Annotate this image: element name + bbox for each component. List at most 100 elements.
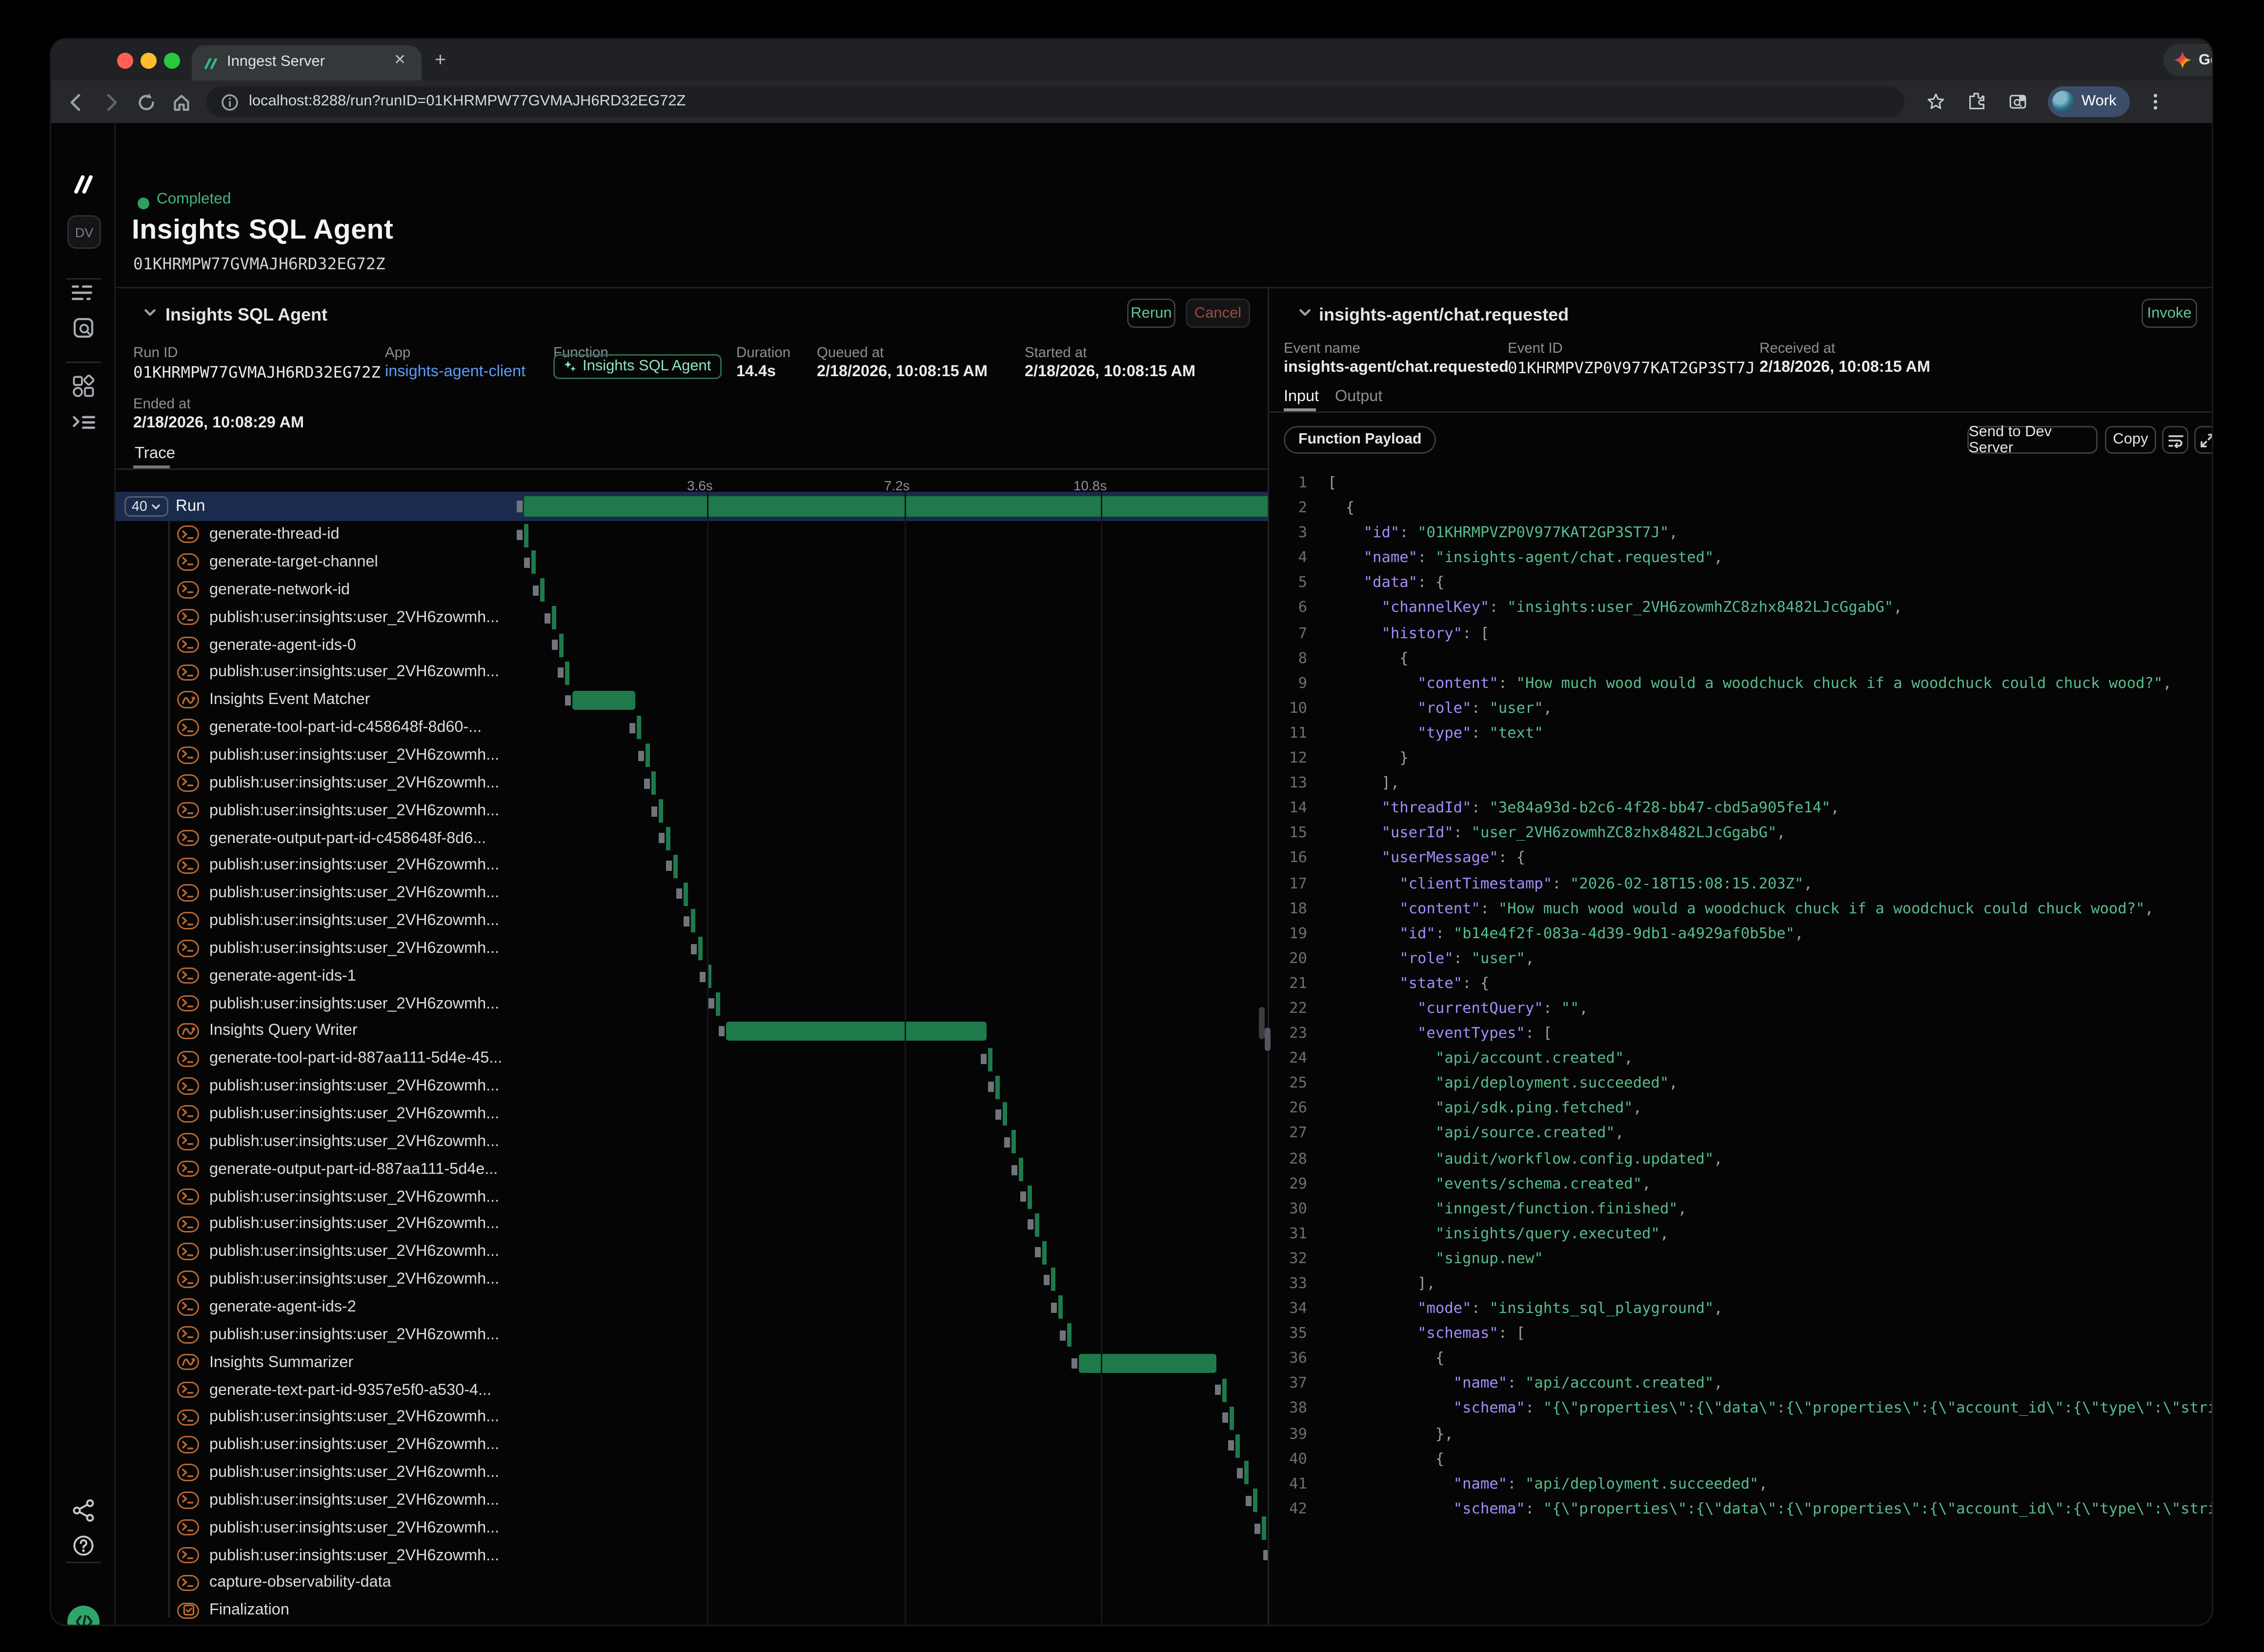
tab-close-icon[interactable]: ✕ (394, 53, 406, 69)
trace-row[interactable]: publish:user:insights:user_2VH6zowmh... (116, 1128, 1268, 1156)
step-bar-handle[interactable] (691, 944, 697, 954)
home-icon[interactable] (171, 92, 192, 112)
extensions-icon[interactable] (1967, 92, 1986, 111)
step-duration-bar[interactable] (651, 771, 655, 795)
step-duration-bar[interactable] (659, 799, 663, 823)
trace-row[interactable]: generate-tool-part-id-887aa111-5d4e-45..… (116, 1045, 1268, 1073)
step-duration-bar[interactable] (559, 634, 564, 657)
step-duration-bar[interactable] (726, 1022, 987, 1041)
step-duration-bar[interactable] (1222, 1379, 1226, 1402)
trace-row[interactable]: publish:user:insights:user_2VH6zowmh... (116, 990, 1268, 1018)
trace-row[interactable]: Insights Summarizer (116, 1349, 1268, 1377)
step-bar-handle[interactable] (644, 778, 649, 788)
tab-trace[interactable]: Trace (135, 445, 175, 463)
trace-row[interactable]: generate-agent-ids-2 (116, 1293, 1268, 1321)
help-icon[interactable] (51, 1534, 116, 1557)
wrap-lines-button[interactable] (2162, 426, 2188, 454)
step-duration-bar[interactable] (666, 827, 670, 850)
step-bar-handle[interactable] (659, 833, 665, 844)
step-bar-handle[interactable] (1011, 1165, 1017, 1175)
trace-row[interactable]: Insights Event Matcher (116, 686, 1268, 714)
step-duration-bar[interactable] (698, 937, 703, 961)
trace-row[interactable]: generate-agent-ids-0 (116, 631, 1268, 659)
step-duration-bar[interactable] (1236, 1434, 1240, 1457)
sidepanel-search-icon[interactable] (2008, 92, 2027, 111)
step-duration-bar[interactable] (1027, 1186, 1031, 1209)
trace-row[interactable]: publish:user:insights:user_2VH6zowmh... (116, 1073, 1268, 1101)
step-duration-bar[interactable] (988, 1048, 992, 1071)
step-bar-handle[interactable] (638, 750, 644, 761)
trace-row[interactable]: generate-output-part-id-887aa111-5d4e... (116, 1156, 1268, 1184)
step-duration-bar[interactable] (1018, 1158, 1023, 1181)
share-icon[interactable] (51, 1499, 116, 1522)
step-bar-handle[interactable] (565, 695, 571, 705)
trace-row[interactable]: publish:user:insights:user_2VH6zowmh... (116, 1211, 1268, 1239)
app-link[interactable]: insights-agent-client (385, 363, 526, 381)
trace-run-row[interactable]: 40 Run (116, 492, 1268, 521)
expand-button[interactable] (2194, 426, 2212, 454)
step-bar-handle[interactable] (1043, 1275, 1049, 1285)
trace-row[interactable]: publish:user:insights:user_2VH6zowmh... (116, 907, 1268, 935)
panel-resize-handle[interactable] (1265, 1027, 1271, 1051)
step-bar-handle[interactable] (1263, 1551, 1268, 1561)
window-maximize-button[interactable] (164, 53, 180, 69)
gemini-badge[interactable]: Gemini (2163, 44, 2212, 76)
step-bar-handle[interactable] (980, 1054, 986, 1064)
chevron-down-icon[interactable] (143, 306, 157, 319)
rerun-button[interactable]: Rerun (1127, 299, 1175, 328)
function-badge[interactable]: Insights SQL Agent (553, 354, 721, 379)
trace-row[interactable]: generate-agent-ids-1 (116, 963, 1268, 990)
step-bar-handle[interactable] (708, 999, 714, 1009)
step-bar-handle[interactable] (1254, 1523, 1260, 1533)
step-duration-bar[interactable] (524, 524, 528, 547)
step-bar-handle[interactable] (533, 585, 539, 595)
step-duration-bar[interactable] (690, 909, 695, 933)
new-tab-button[interactable]: + (435, 50, 446, 69)
run-step-count[interactable]: 40 (124, 496, 168, 517)
step-bar-handle[interactable] (1028, 1220, 1033, 1230)
trace-row[interactable]: publish:user:insights:user_2VH6zowmh... (116, 659, 1268, 687)
trace-row[interactable]: generate-text-part-id-9357e5f0-a530-4... (116, 1376, 1268, 1404)
step-duration-bar[interactable] (683, 882, 687, 906)
trace-row[interactable]: publish:user:insights:user_2VH6zowmh... (116, 852, 1268, 880)
step-duration-bar[interactable] (673, 854, 677, 878)
sidebar-item-terminal-stream[interactable] (51, 411, 116, 432)
trace-row[interactable]: publish:user:insights:user_2VH6zowmh... (116, 1101, 1268, 1128)
step-bar-handle[interactable] (666, 861, 671, 871)
step-bar-handle[interactable] (1237, 1468, 1243, 1478)
step-duration-bar[interactable] (1261, 1516, 1266, 1540)
event-section-title[interactable]: insights-agent/chat.requested (1319, 304, 1569, 325)
trace-row[interactable]: publish:user:insights:user_2VH6zowmh... (116, 769, 1268, 797)
step-duration-bar[interactable] (1002, 1103, 1007, 1126)
step-duration-bar[interactable] (1067, 1323, 1071, 1347)
step-duration-bar[interactable] (646, 744, 650, 767)
step-bar-handle[interactable] (1051, 1302, 1056, 1312)
reload-icon[interactable] (136, 92, 157, 112)
step-bar-handle[interactable] (1214, 1385, 1220, 1395)
sidebar-item-runs[interactable] (51, 282, 116, 303)
step-duration-bar[interactable] (1253, 1489, 1257, 1512)
step-duration-bar[interactable] (1245, 1461, 1249, 1485)
step-bar-handle[interactable] (683, 916, 689, 927)
tab-input[interactable]: Input (1284, 388, 1319, 405)
copy-button[interactable]: Copy (2105, 426, 2156, 454)
step-duration-bar[interactable] (1042, 1241, 1046, 1264)
trace-row[interactable]: publish:user:insights:user_2VH6zowmh... (116, 1431, 1268, 1459)
step-bar-handle[interactable] (1004, 1137, 1010, 1147)
trace-row[interactable]: publish:user:insights:user_2VH6zowmh... (116, 1238, 1268, 1266)
step-bar-handle[interactable] (651, 806, 657, 816)
browser-tab[interactable]: Inngest Server ✕ (192, 45, 422, 81)
sidebar-item-events[interactable] (51, 316, 116, 340)
trace-row[interactable]: publish:user:insights:user_2VH6zowmh... (116, 1459, 1268, 1487)
dev-tools-button[interactable] (67, 1606, 100, 1625)
step-duration-bar[interactable] (995, 1075, 999, 1099)
step-bar-handle[interactable] (558, 668, 564, 678)
trace-row[interactable]: capture-observability-data (116, 1570, 1268, 1597)
trace-scrollbar-thumb[interactable] (1259, 1007, 1265, 1039)
step-bar-handle[interactable] (552, 640, 558, 650)
profile-chip[interactable]: Work (2048, 86, 2130, 117)
run-section-title[interactable]: Insights SQL Agent (165, 304, 327, 325)
step-bar-handle[interactable] (1034, 1247, 1040, 1257)
trace-row[interactable]: generate-target-channel (116, 549, 1268, 577)
back-icon[interactable] (66, 92, 86, 112)
